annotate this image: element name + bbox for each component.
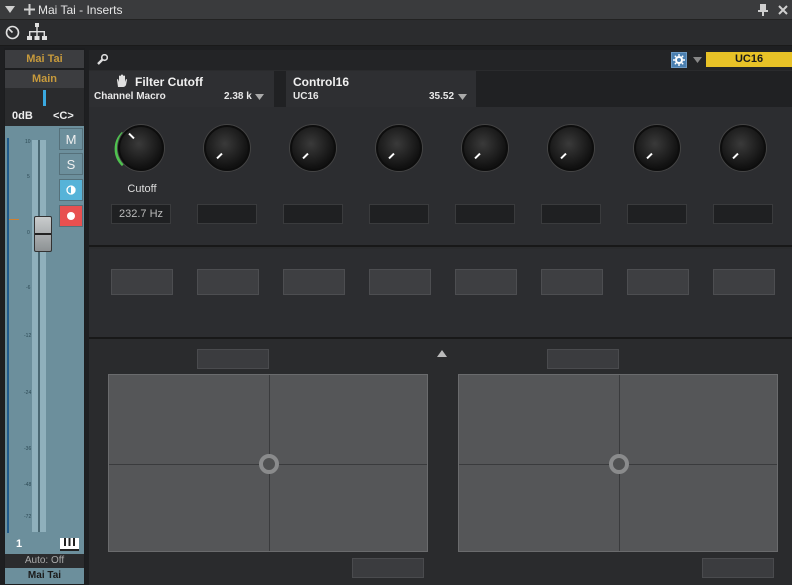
insert-slot[interactable] bbox=[5, 88, 84, 108]
cutoff-knob[interactable] bbox=[118, 125, 164, 171]
record-button[interactable] bbox=[59, 205, 83, 227]
knob-value-4[interactable] bbox=[369, 204, 429, 224]
param-dropdown-icon[interactable] bbox=[255, 94, 264, 100]
knob-value[interactable]: 232.7 Hz bbox=[111, 204, 171, 224]
instrument-icon[interactable] bbox=[60, 538, 79, 551]
pin-icon[interactable] bbox=[758, 4, 768, 16]
button-3[interactable] bbox=[283, 269, 345, 295]
fader-track bbox=[32, 140, 46, 532]
button-row bbox=[89, 249, 792, 339]
knob-row: Cutoff 232.7 Hz bbox=[89, 107, 792, 247]
panel-header: UC16 bbox=[89, 50, 792, 70]
xy-pad-2-footer[interactable] bbox=[702, 558, 774, 578]
button-1[interactable] bbox=[111, 269, 173, 295]
param-source: UC16 bbox=[293, 91, 319, 102]
button-6[interactable] bbox=[541, 269, 603, 295]
button-5[interactable] bbox=[455, 269, 517, 295]
knob-6[interactable] bbox=[548, 125, 594, 171]
automation-mode[interactable]: Auto: Off bbox=[5, 554, 84, 568]
button-4[interactable] bbox=[369, 269, 431, 295]
hand-icon[interactable] bbox=[115, 74, 129, 88]
knob-value-5[interactable] bbox=[455, 204, 515, 224]
knob-value-7[interactable] bbox=[627, 204, 687, 224]
channel-output[interactable]: Main bbox=[5, 70, 84, 88]
device-dropdown-icon[interactable] bbox=[693, 57, 702, 63]
param-slot-2[interactable]: Control16 UC16 35.52 bbox=[286, 71, 476, 107]
param-source: Channel Macro bbox=[94, 91, 166, 102]
title-bar: Mai Tai - Inserts bbox=[0, 0, 792, 20]
xy-pad-1-label[interactable] bbox=[197, 349, 269, 369]
knob-5[interactable] bbox=[462, 125, 508, 171]
channel-name[interactable]: Mai Tai bbox=[5, 50, 84, 68]
close-icon[interactable] bbox=[778, 5, 788, 15]
control-link-panel: UC16 Filter Cutoff Channel Macro 2.38 k … bbox=[89, 50, 792, 585]
xy-pad-1[interactable] bbox=[108, 374, 428, 552]
knob-7[interactable] bbox=[634, 125, 680, 171]
knob-value-2[interactable] bbox=[197, 204, 257, 224]
level-meter bbox=[7, 138, 9, 533]
knob-4[interactable] bbox=[376, 125, 422, 171]
channel-number: 1 bbox=[16, 538, 23, 550]
fader-area: 10 5 0 -6 -12 -24 -36 -48 -72 bbox=[5, 126, 57, 536]
param-value: 2.38 k bbox=[224, 91, 252, 102]
mute-button[interactable]: M bbox=[59, 128, 83, 150]
monitor-button[interactable] bbox=[59, 179, 83, 201]
button-8[interactable] bbox=[713, 269, 775, 295]
gear-icon bbox=[673, 54, 685, 66]
channel-footer-name: Mai Tai bbox=[5, 568, 84, 584]
xy-pad-2[interactable] bbox=[458, 374, 778, 552]
monitor-icon bbox=[66, 185, 76, 195]
param-slot-1[interactable]: Filter Cutoff Channel Macro 2.38 k bbox=[89, 71, 274, 107]
param-dropdown-icon[interactable] bbox=[458, 94, 467, 100]
volume-fader[interactable] bbox=[34, 216, 52, 252]
channel-strip: Mai Tai Main 0dB <C> 10 5 0 -6 -12 -24 -… bbox=[4, 48, 85, 585]
device-selector[interactable]: UC16 bbox=[706, 52, 792, 67]
peak-marker bbox=[9, 219, 19, 220]
record-icon bbox=[67, 212, 75, 220]
solo-button[interactable]: S bbox=[59, 153, 83, 175]
knob-value-8[interactable] bbox=[713, 204, 773, 224]
pan-readout[interactable]: <C> bbox=[53, 110, 74, 122]
param-name: Control16 bbox=[293, 75, 350, 89]
insert-indicator bbox=[43, 90, 46, 106]
add-icon[interactable] bbox=[24, 4, 35, 15]
routing-icon[interactable] bbox=[27, 23, 47, 41]
knob-value-6[interactable] bbox=[541, 204, 601, 224]
toolbar bbox=[0, 20, 792, 46]
xy-pad-2-handle[interactable] bbox=[609, 454, 629, 474]
knob-8[interactable] bbox=[720, 125, 766, 171]
wrench-icon[interactable] bbox=[96, 54, 108, 66]
window-title: Mai Tai - Inserts bbox=[38, 3, 123, 17]
xy-pad-section bbox=[89, 341, 792, 585]
knob-label: Cutoff bbox=[127, 183, 157, 195]
settings-button[interactable] bbox=[671, 52, 687, 68]
xy-pad-1-footer[interactable] bbox=[352, 558, 424, 578]
collapse-up-icon[interactable] bbox=[437, 350, 447, 357]
knob-3[interactable] bbox=[290, 125, 336, 171]
param-value: 35.52 bbox=[429, 91, 455, 102]
xy-pad-1-handle[interactable] bbox=[259, 454, 279, 474]
xy-pad-2-label[interactable] bbox=[547, 349, 619, 369]
clock-icon[interactable] bbox=[5, 25, 20, 40]
button-2[interactable] bbox=[197, 269, 259, 295]
button-7[interactable] bbox=[627, 269, 689, 295]
parameter-bar: Filter Cutoff Channel Macro 2.38 k Contr… bbox=[89, 71, 792, 107]
collapse-arrow-icon[interactable] bbox=[5, 6, 15, 14]
knob-value-3[interactable] bbox=[283, 204, 343, 224]
param-name: Filter Cutoff bbox=[135, 75, 203, 89]
knob-2[interactable] bbox=[204, 125, 250, 171]
volume-readout[interactable]: 0dB bbox=[12, 110, 33, 122]
